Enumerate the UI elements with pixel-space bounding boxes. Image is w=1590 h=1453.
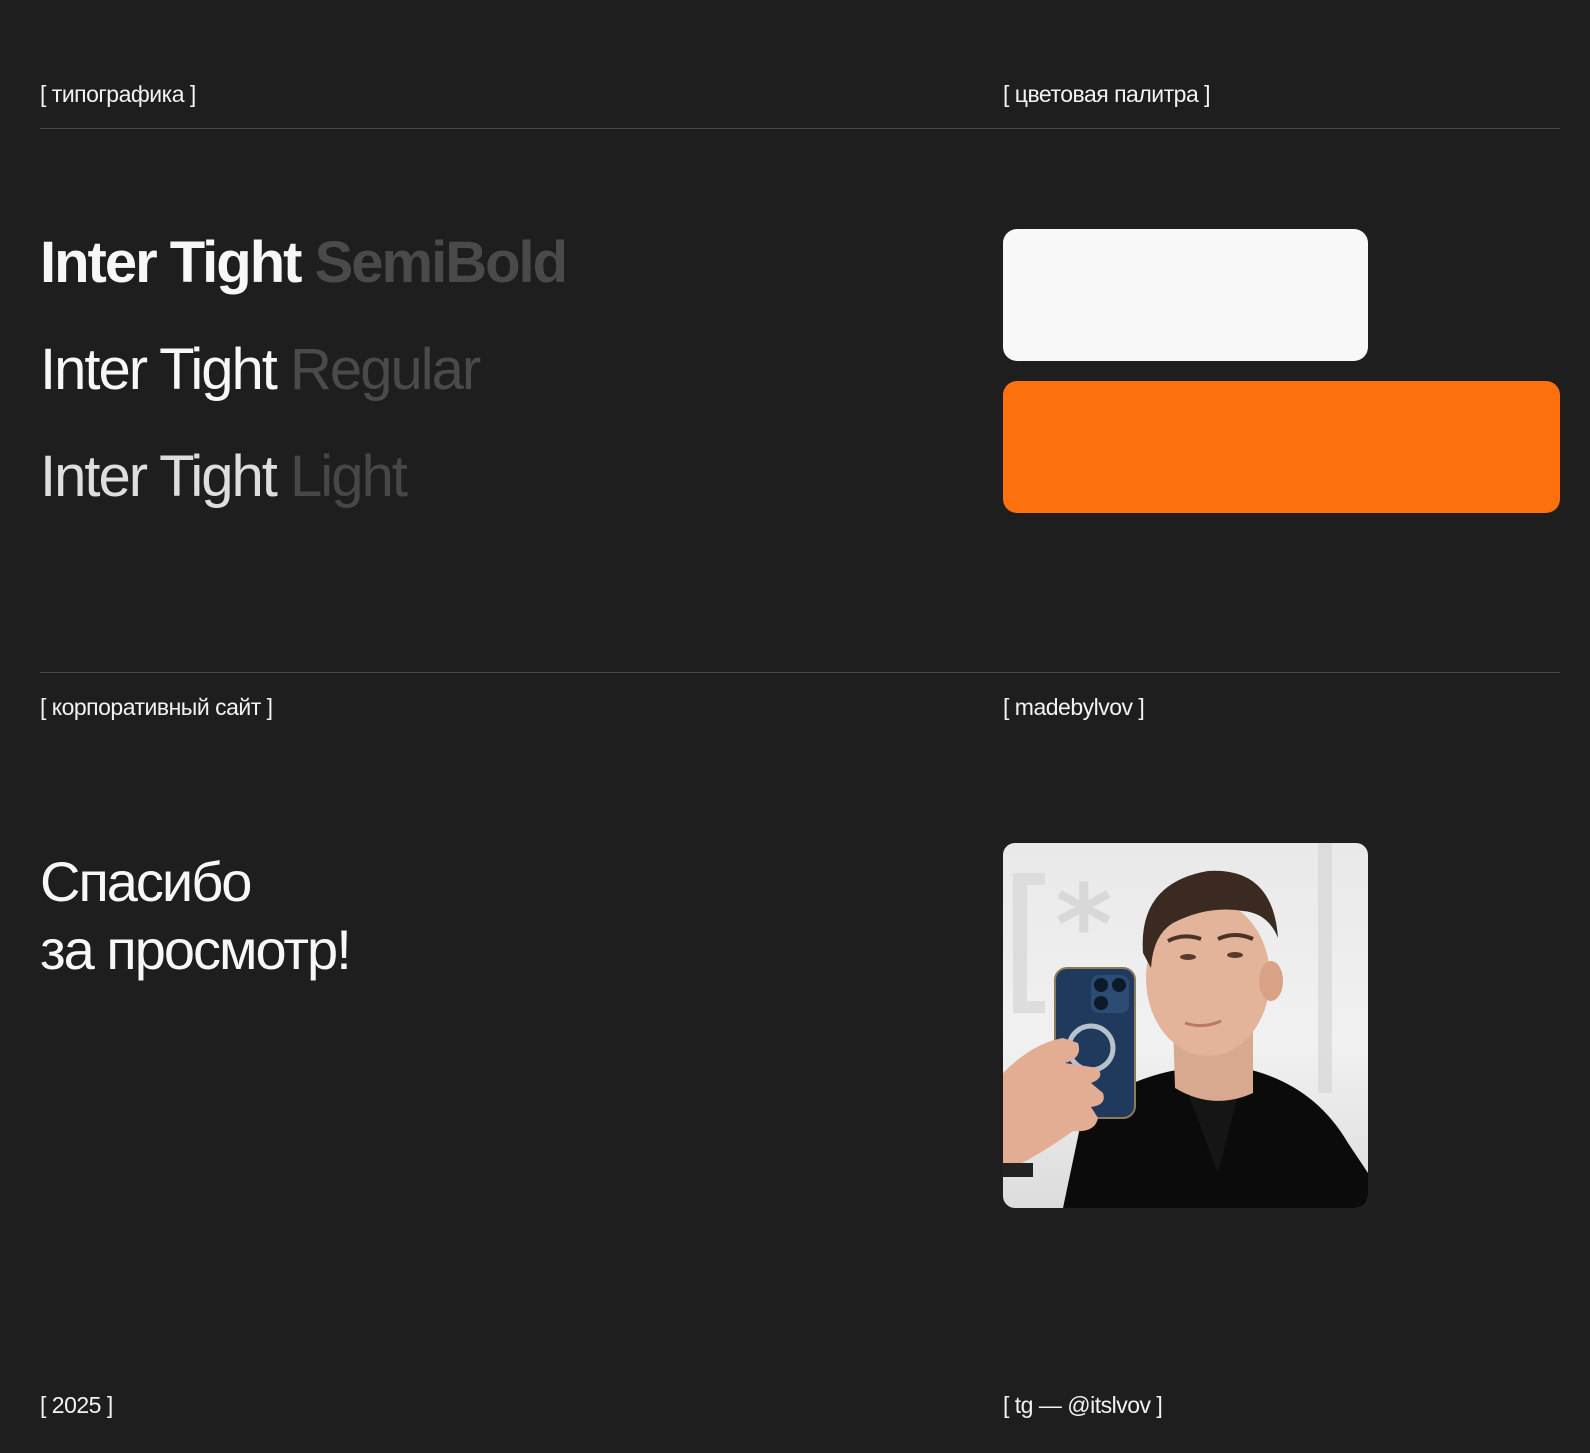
thanks-line-2: за просмотр! — [40, 918, 352, 981]
middle-divider — [40, 672, 1560, 673]
thanks-line-1: Спасибо — [40, 850, 252, 913]
color-swatch-white — [1003, 229, 1368, 361]
font-sample-name: Inter Tight — [40, 337, 278, 402]
palette-section-label: [ цветовая палитра ] — [1003, 81, 1211, 107]
typography-section-label: [ типографика ] — [40, 81, 196, 107]
author-photo: * — [1003, 843, 1368, 1208]
font-sample-regular: Inter Tight Regular — [40, 341, 481, 399]
font-sample-name: Inter Tight — [40, 444, 278, 509]
year-label: [ 2025 ] — [40, 1392, 113, 1418]
color-swatch-orange — [1003, 381, 1560, 513]
contact-label[interactable]: [ tg — @itslvov ] — [1003, 1392, 1163, 1419]
thanks-heading: Спасибо за просмотр! — [40, 848, 352, 984]
portrait-photo-icon: * — [1003, 843, 1368, 1208]
site-section-label: [ корпоративный сайт ] — [40, 694, 273, 720]
author-section-label: [ madebylvov ] — [1003, 694, 1145, 720]
font-sample-weight: Light — [290, 444, 408, 509]
top-divider — [40, 128, 1560, 129]
font-sample-weight: Regular — [290, 337, 481, 402]
font-sample-semibold: Inter Tight SemiBold — [40, 234, 568, 292]
font-sample-light: Inter Tight Light — [40, 448, 408, 506]
font-sample-name: Inter Tight — [40, 230, 302, 295]
font-sample-weight: SemiBold — [314, 230, 568, 295]
